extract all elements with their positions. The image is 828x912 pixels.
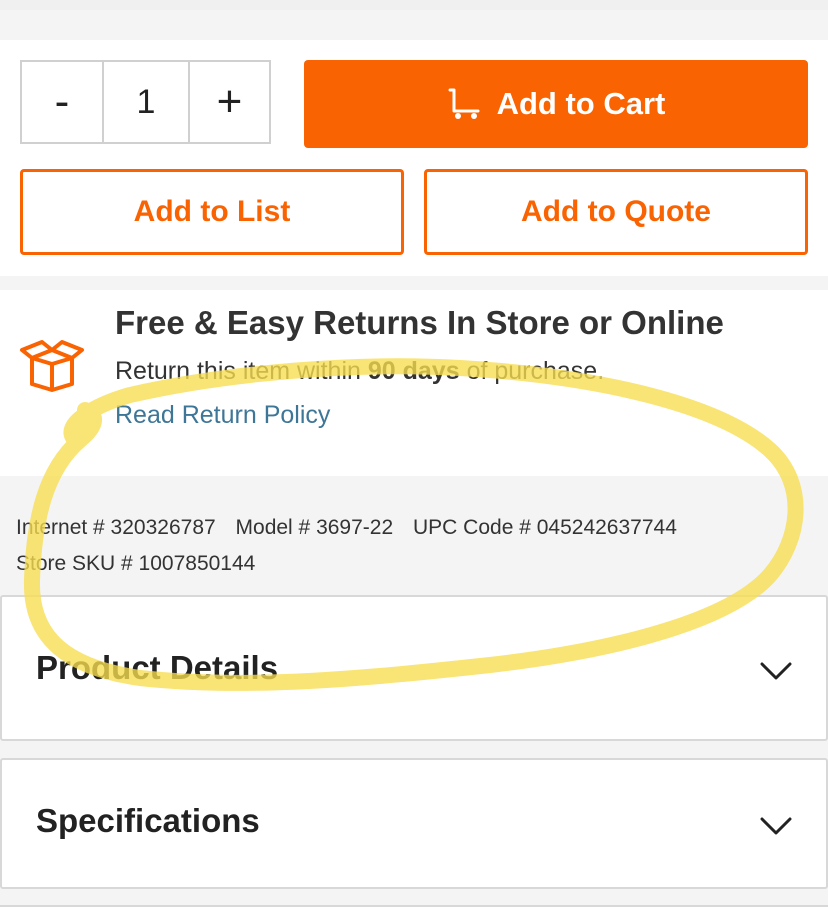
add-to-quote-button[interactable]: Add to Quote (424, 169, 808, 255)
model-number: Model # 3697-22 (235, 516, 394, 539)
chevron-down-icon (760, 662, 792, 680)
next-accordion-edge (0, 905, 828, 912)
internet-number: Internet # 320326787 (16, 516, 216, 539)
chevron-down-icon (760, 817, 792, 835)
returns-title: Free & Easy Returns In Store or Online (115, 304, 724, 341)
add-to-cart-label: Add to Cart (496, 86, 666, 121)
quantity-input[interactable]: 1 (104, 62, 190, 142)
accordion-product-details[interactable]: Product Details (0, 595, 828, 741)
add-to-list-label: Add to List (133, 195, 291, 228)
top-strip (0, 0, 828, 10)
add-to-cart-button[interactable]: Add to Cart (304, 60, 808, 148)
quantity-decrease-button[interactable]: - (22, 62, 104, 142)
quantity-stepper: - 1 + (20, 60, 271, 144)
returns-description: Return this item within 90 days of purch… (115, 357, 604, 386)
box-icon (20, 340, 84, 392)
product-codes: Internet # 320326787 Model # 3697-22 UPC… (16, 510, 691, 582)
upc-code: UPC Code # 045242637744 (413, 516, 677, 539)
return-policy-link[interactable]: Read Return Policy (115, 401, 330, 430)
accordion-specifications[interactable]: Specifications (0, 758, 828, 889)
returns-text-before: Return this item within (115, 357, 368, 385)
product-details-title: Product Details (36, 649, 279, 686)
cart-icon (448, 88, 480, 119)
add-to-list-button[interactable]: Add to List (20, 169, 404, 255)
quantity-increase-button[interactable]: + (190, 62, 269, 142)
returns-days: 90 days (367, 357, 460, 385)
returns-text-after: of purchase. (459, 357, 605, 385)
add-to-quote-label: Add to Quote (521, 195, 711, 228)
specifications-title: Specifications (36, 802, 260, 839)
store-sku: Store SKU # 1007850144 (16, 552, 256, 575)
